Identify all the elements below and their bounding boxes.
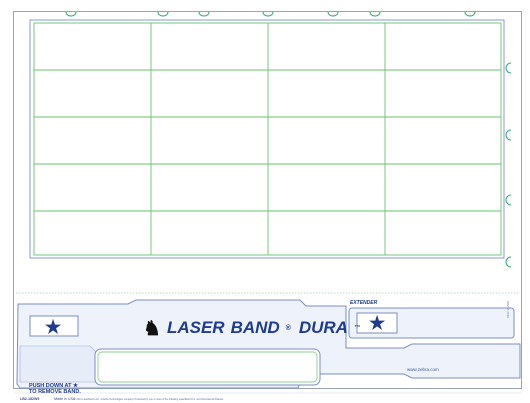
wristband-tail xyxy=(19,345,97,383)
sku-code: LB2-182W9 xyxy=(20,397,40,401)
label-grid xyxy=(29,19,505,259)
brand-band: BAND xyxy=(230,318,280,337)
brand-registered: ® xyxy=(285,324,291,332)
made-in-text: Made in USA xyxy=(54,397,76,401)
push-instructions: PUSH DOWN AT ★ TO REMOVE BAND. xyxy=(29,383,81,395)
sheet-artwork xyxy=(14,11,522,394)
star-icon-extender: ★ xyxy=(369,313,386,333)
brand-logo: ♞ LASER BAND ® DURA ™ xyxy=(143,315,360,341)
extender-label: EXTENDER xyxy=(350,300,378,306)
brand-dura: DURA xyxy=(298,318,348,337)
brand-laser: LASER xyxy=(166,318,225,337)
website-text: www.zebra.com xyxy=(407,367,439,372)
brand-trademark: ™ xyxy=(353,325,360,331)
write-in-box xyxy=(94,348,321,386)
legal-text: © 2013 LaserBand LLC, a Zebra Technologi… xyxy=(74,398,224,401)
push-line-2: TO REMOVE BAND. xyxy=(29,389,81,395)
top-tabs xyxy=(65,11,476,17)
star-icon-left: ★ xyxy=(45,317,62,337)
side-code: 0402 182W9 xyxy=(506,300,510,318)
zebra-head-icon: ♞ xyxy=(143,317,161,340)
